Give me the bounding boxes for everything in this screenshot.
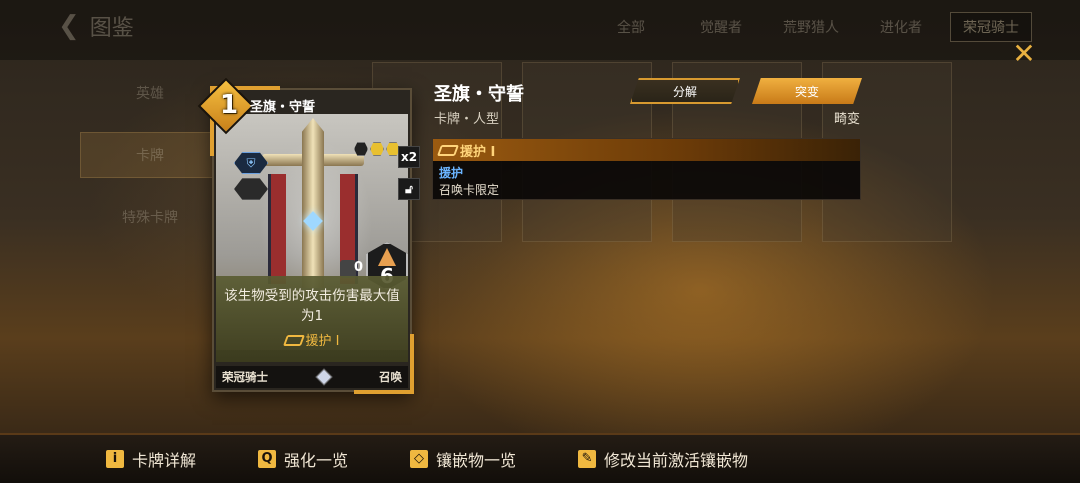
keyword-icon: [436, 144, 460, 156]
socket-filled-icon: [370, 142, 384, 156]
card-preview: ⛨ 0 6 1 圣旗・守誓 该生物受到的攻击伤害最大值为1 援护 I 荣冠骑士 …: [197, 77, 414, 394]
keyword-icon: [282, 335, 305, 346]
tab-hunter[interactable]: 荒野猎人: [770, 12, 852, 42]
rule-header: 援护 I: [433, 139, 860, 161]
lock-icon[interactable]: 🔓︎: [398, 178, 420, 200]
card-keyword: 援护 I: [222, 330, 402, 349]
socket-row: [354, 142, 400, 156]
armor-value: 0: [354, 260, 364, 275]
copies-badge: x2: [398, 146, 420, 168]
rule-name: 援护: [439, 166, 464, 180]
back-button[interactable]: ❮ 图鉴: [58, 10, 134, 42]
side-tab-special[interactable]: 特殊卡牌: [80, 194, 220, 240]
close-icon[interactable]: ✕: [1008, 38, 1040, 70]
card-detail-button[interactable]: i 卡牌详解: [106, 447, 196, 471]
side-tab-card[interactable]: 卡牌: [80, 132, 220, 178]
back-arrow-icon: ❮: [58, 11, 80, 41]
rule-header-label: 援护 I: [460, 144, 496, 160]
empty-badge-icon: [234, 178, 268, 200]
info-title: 圣旗・守誓: [434, 84, 524, 105]
card-keyword-label: 援护 I: [305, 334, 340, 349]
sword-icon: [302, 118, 324, 288]
back-label: 图鉴: [89, 16, 134, 41]
enhance-list-label: 强化一览: [284, 451, 349, 470]
faction-tabs: 全部 觉醒者 荒野猎人 进化者 荣冠骑士: [590, 12, 1032, 42]
rarity-diamond-icon: [315, 368, 332, 386]
info-subtitle: 卡牌・人型: [434, 112, 500, 127]
enhance-list-button[interactable]: Q 强化一览: [258, 447, 348, 471]
card-faction: 荣冠骑士: [222, 370, 268, 384]
card-description: 该生物受到的攻击伤害最大值为1: [224, 288, 400, 324]
dismantle-button[interactable]: 分解: [630, 78, 740, 104]
keyword-rule-box: 援护 I 援护 召唤卡限定: [432, 138, 861, 200]
socket-icon: [354, 142, 368, 156]
mutate-button[interactable]: 突变: [752, 78, 862, 104]
tab-evolver[interactable]: 进化者: [860, 12, 942, 42]
edit-icon: ✎: [578, 450, 597, 468]
tab-all[interactable]: 全部: [590, 12, 672, 42]
side-tab-hero[interactable]: 英雄: [80, 70, 220, 116]
inlay-list-button[interactable]: ◇ 镶嵌物一览: [410, 447, 516, 471]
edit-inlay-label: 修改当前激活镶嵌物: [604, 451, 749, 470]
card-name: 圣旗・守誓: [250, 100, 316, 115]
bottom-bar: i 卡牌详解 Q 强化一览 ◇ 镶嵌物一览 ✎ 修改当前激活镶嵌物: [0, 433, 1080, 483]
info-tag: 畸变: [833, 112, 860, 127]
banner-left: [268, 174, 286, 284]
info-icon: i: [106, 450, 124, 468]
rule-text: 召唤卡限定: [439, 183, 500, 197]
card-footer: 荣冠骑士 召唤: [216, 366, 408, 388]
card-detail-label: 卡牌详解: [132, 451, 197, 470]
inlay-list-label: 镶嵌物一览: [436, 451, 517, 470]
card-text-box: 该生物受到的攻击伤害最大值为1 援护 I: [216, 276, 408, 362]
inlay-icon: ◇: [410, 450, 429, 468]
card-cost: 1: [219, 90, 239, 120]
search-icon: Q: [258, 450, 277, 468]
tab-awakener[interactable]: 觉醒者: [680, 12, 762, 42]
card-type: 召唤: [379, 370, 402, 384]
edit-inlay-button[interactable]: ✎ 修改当前激活镶嵌物: [578, 447, 748, 471]
